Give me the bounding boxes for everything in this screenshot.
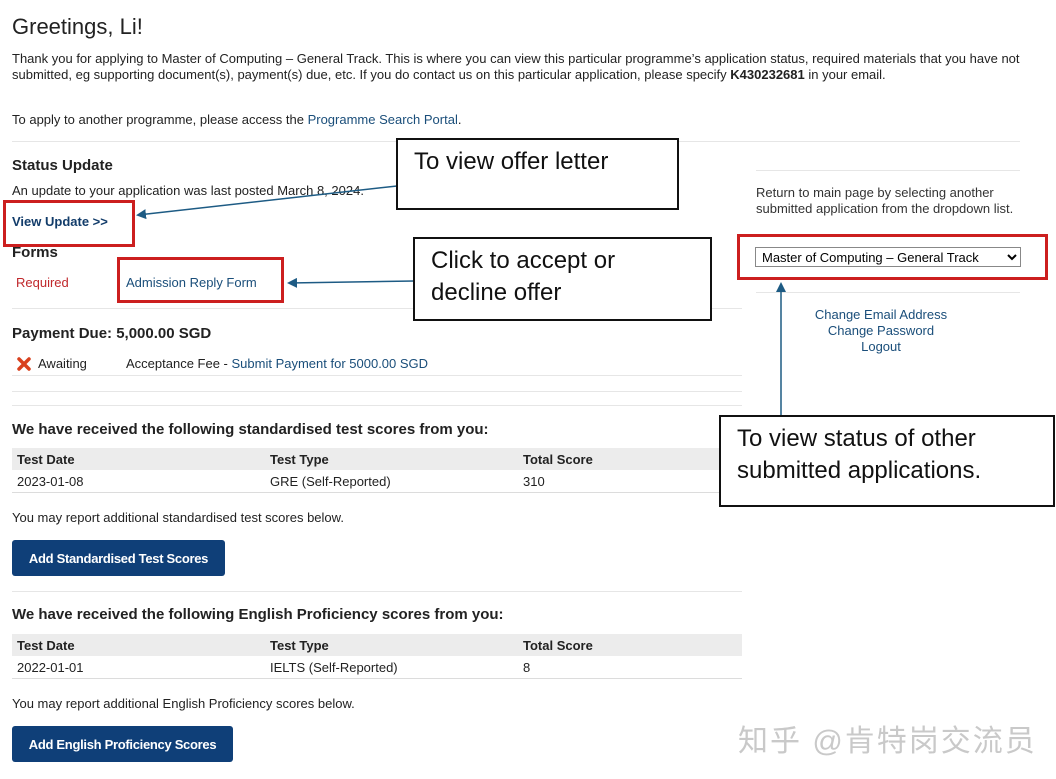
callout-accept-offer: Click to accept or decline offer — [413, 237, 712, 321]
annotation-arrows — [136, 185, 786, 415]
callout-view-offer: To view offer letter — [396, 138, 679, 210]
callout-other-applications: To view status of other submitted applic… — [719, 415, 1055, 507]
arrow-to-admission-form — [287, 277, 415, 288]
arrow-to-view-update — [136, 185, 398, 220]
watermark: 知乎 @肯特岗交流员 — [738, 725, 1037, 758]
